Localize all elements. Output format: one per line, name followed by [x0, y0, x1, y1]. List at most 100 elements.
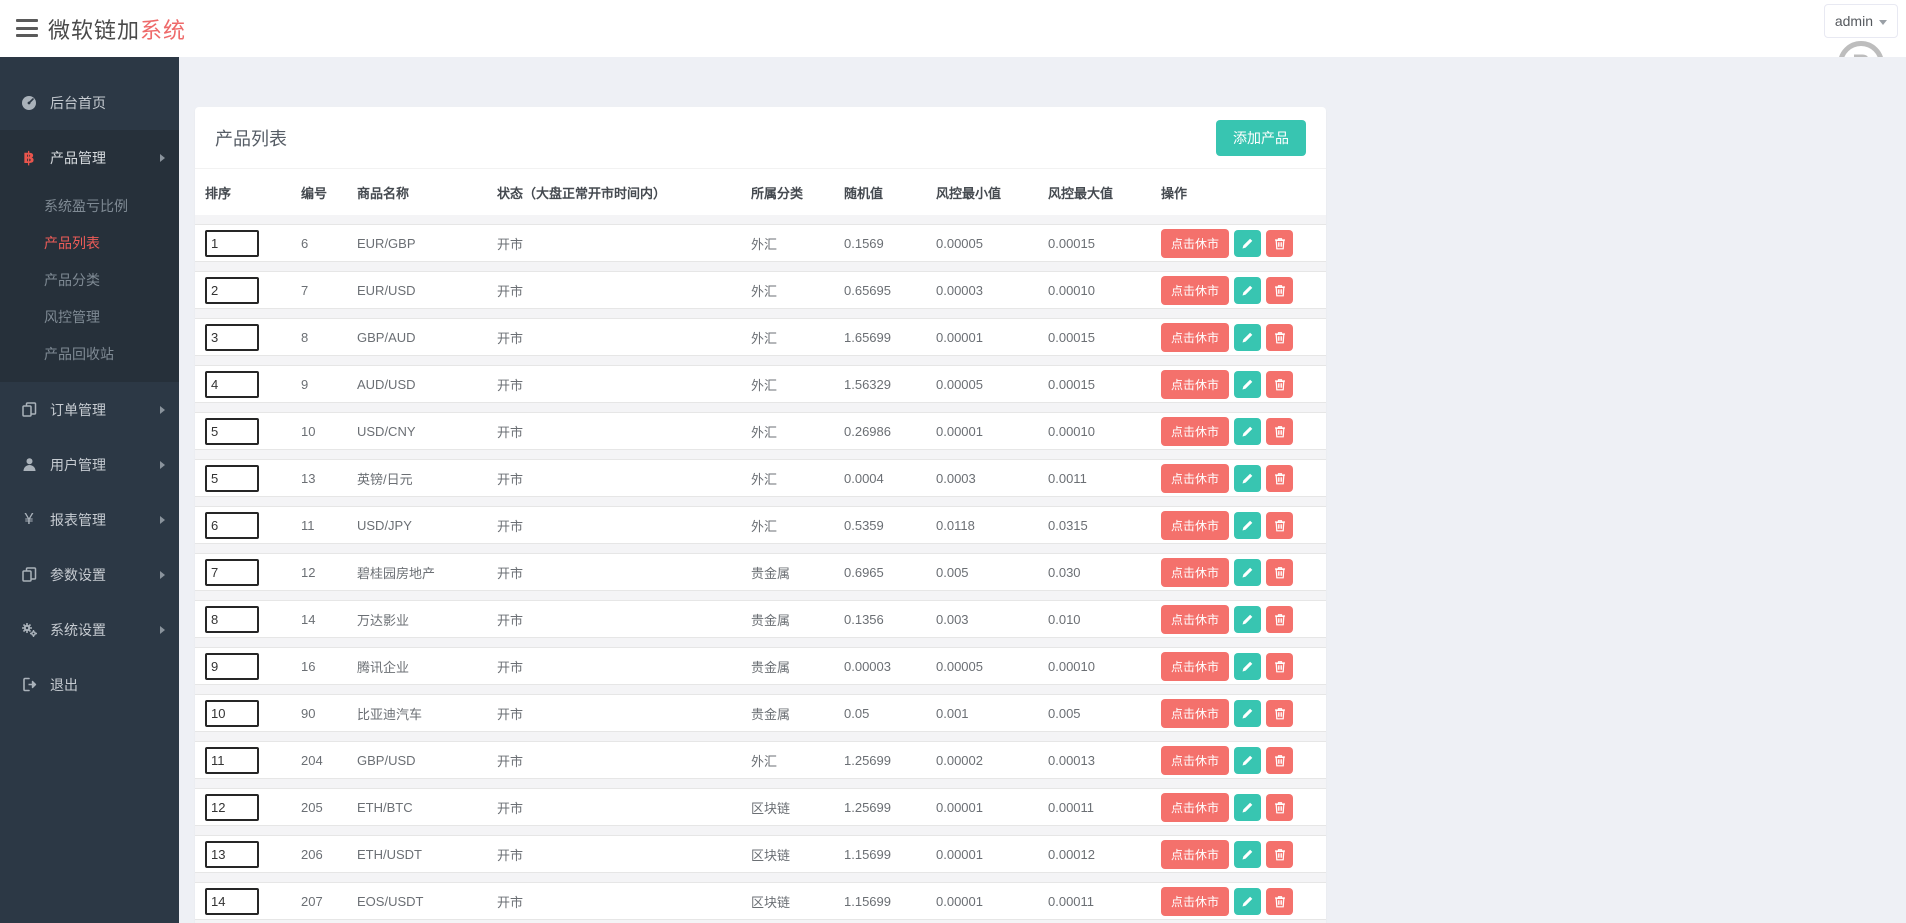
edit-button[interactable]: [1234, 840, 1262, 868]
close-market-button[interactable]: 点击休市: [1161, 228, 1230, 258]
sort-order-input[interactable]: [205, 511, 259, 539]
product-id: 7: [301, 282, 309, 298]
sidebar-item-product-management[interactable]: ฿ 产品管理: [0, 130, 179, 185]
sort-order-input[interactable]: [205, 417, 259, 445]
sign-out-icon: [20, 677, 38, 692]
sidebar-item-system-settings[interactable]: 系统设置: [0, 602, 179, 657]
close-market-button[interactable]: 点击休市: [1161, 839, 1230, 869]
delete-button[interactable]: [1266, 558, 1294, 586]
sidebar-item-order-management[interactable]: 订单管理: [0, 382, 179, 437]
close-market-button[interactable]: 点击休市: [1161, 651, 1230, 681]
edit-button[interactable]: [1234, 229, 1262, 257]
edit-button[interactable]: [1234, 417, 1262, 445]
random-value: 0.1356: [844, 611, 884, 627]
trash-icon: [1274, 707, 1286, 720]
delete-button[interactable]: [1266, 605, 1294, 633]
row-actions: 点击休市: [1161, 745, 1326, 775]
sort-order-input[interactable]: [205, 323, 259, 351]
close-market-button[interactable]: 点击休市: [1161, 745, 1230, 775]
close-market-button[interactable]: 点击休市: [1161, 886, 1230, 916]
add-product-button[interactable]: 添加产品: [1216, 119, 1306, 156]
sort-order-input[interactable]: [205, 793, 259, 821]
row-actions: 点击休市: [1161, 369, 1326, 399]
sidebar-subitem-product-list[interactable]: 产品列表: [0, 224, 179, 261]
delete-button[interactable]: [1266, 793, 1294, 821]
delete-button[interactable]: [1266, 370, 1294, 398]
sidebar-item-report-management[interactable]: ¥ 报表管理: [0, 492, 179, 547]
avatar[interactable]: R: [1838, 41, 1884, 57]
sidebar-subitem-risk-management[interactable]: 风控管理: [0, 298, 179, 335]
edit-button[interactable]: [1234, 558, 1262, 586]
close-market-button[interactable]: 点击休市: [1161, 510, 1230, 540]
delete-button[interactable]: [1266, 840, 1294, 868]
product-name: AUD/USD: [357, 376, 416, 392]
close-market-button[interactable]: 点击休市: [1161, 792, 1230, 822]
sort-order-input[interactable]: [205, 652, 259, 680]
sidebar-item-user-management[interactable]: 用户管理: [0, 437, 179, 492]
edit-button[interactable]: [1234, 323, 1262, 351]
delete-button[interactable]: [1266, 652, 1294, 680]
market-status: 开市: [497, 424, 524, 440]
delete-button[interactable]: [1266, 417, 1294, 445]
sort-order-input[interactable]: [205, 840, 259, 868]
sidebar-item-label: 参数设置: [50, 566, 106, 583]
sidebar-subitem-product-recycle[interactable]: 产品回收站: [0, 335, 179, 372]
close-market-button[interactable]: 点击休市: [1161, 557, 1230, 587]
random-value: 1.25699: [844, 799, 891, 815]
random-value: 0.65695: [844, 282, 891, 298]
sort-order-input[interactable]: [205, 746, 259, 774]
delete-button[interactable]: [1266, 746, 1294, 774]
pencil-icon: [1241, 801, 1254, 814]
sort-order-input[interactable]: [205, 605, 259, 633]
table-row: 9 AUD/USD 开市 外汇 1.56329 0.00005 0.00015 点击休市: [195, 365, 1326, 403]
product-name: 碧桂园房地产: [357, 565, 436, 581]
edit-button[interactable]: [1234, 276, 1262, 304]
edit-button[interactable]: [1234, 699, 1262, 727]
sort-order-input[interactable]: [205, 699, 259, 727]
close-market-button[interactable]: 点击休市: [1161, 416, 1230, 446]
sort-order-input[interactable]: [205, 887, 259, 915]
sort-order-input[interactable]: [205, 558, 259, 586]
hamburger-menu-icon[interactable]: [16, 17, 40, 39]
edit-button[interactable]: [1234, 464, 1262, 492]
delete-button[interactable]: [1266, 323, 1294, 351]
table-body: 6EUR/GBP开市外汇0.15690.000050.00015点击休市7EUR…: [195, 215, 1326, 923]
delete-button[interactable]: [1266, 511, 1294, 539]
sidebar-subitem-product-category[interactable]: 产品分类: [0, 261, 179, 298]
close-market-button[interactable]: 点击休市: [1161, 463, 1230, 493]
chevron-right-icon: [160, 153, 165, 162]
delete-button[interactable]: [1266, 464, 1294, 492]
edit-button[interactable]: [1234, 887, 1262, 915]
sidebar-item-logout[interactable]: 退出: [0, 657, 179, 712]
close-market-button[interactable]: 点击休市: [1161, 275, 1230, 305]
sort-order-input[interactable]: [205, 229, 259, 257]
sort-order-input[interactable]: [205, 464, 259, 492]
user-dropdown[interactable]: admin: [1823, 4, 1898, 38]
delete-button[interactable]: [1266, 887, 1294, 915]
sidebar-subitem-profit-ratio[interactable]: 系统盈亏比例: [0, 187, 179, 224]
edit-button[interactable]: [1234, 370, 1262, 398]
close-market-button[interactable]: 点击休市: [1161, 604, 1230, 634]
edit-button[interactable]: [1234, 605, 1262, 633]
delete-button[interactable]: [1266, 229, 1294, 257]
sort-order-input[interactable]: [205, 276, 259, 304]
top-bar: 微软链加系统 admin R: [0, 0, 1906, 57]
close-market-button[interactable]: 点击休市: [1161, 369, 1230, 399]
delete-button[interactable]: [1266, 699, 1294, 727]
sidebar-item-home[interactable]: 后台首页: [0, 75, 179, 130]
delete-button[interactable]: [1266, 276, 1294, 304]
table-row: 206 ETH/USDT 开市 区块链 1.15699 0.00001 0.00012 点击休…: [195, 835, 1326, 873]
col-header-risk-min: 风控最小值: [936, 185, 1002, 201]
close-market-button[interactable]: 点击休市: [1161, 322, 1230, 352]
row-actions: 点击休市: [1161, 886, 1326, 916]
close-market-button[interactable]: 点击休市: [1161, 698, 1230, 728]
edit-button[interactable]: [1234, 793, 1262, 821]
yen-icon: ¥: [24, 510, 34, 528]
edit-button[interactable]: [1234, 652, 1262, 680]
edit-button[interactable]: [1234, 511, 1262, 539]
edit-button[interactable]: [1234, 746, 1262, 774]
sort-order-input[interactable]: [205, 370, 259, 398]
chevron-right-icon: [160, 460, 165, 469]
sidebar-item-param-settings[interactable]: 参数设置: [0, 547, 179, 602]
sidebar-item-label: 产品管理: [50, 149, 106, 166]
